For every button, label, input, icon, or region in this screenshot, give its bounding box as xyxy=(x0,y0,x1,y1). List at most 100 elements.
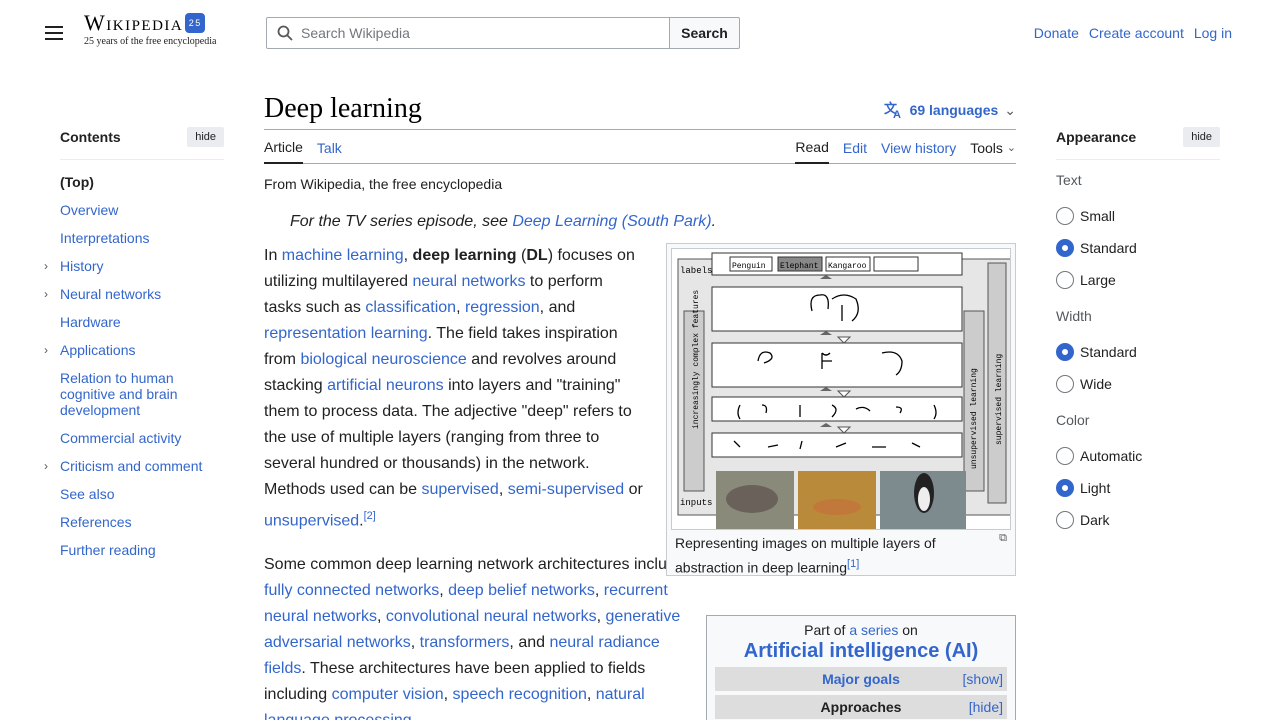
radio-label: Automatic xyxy=(1080,448,1143,464)
svg-text:A: A xyxy=(893,109,901,119)
toc-item-label: Relation to human cognitive and brain de… xyxy=(60,370,178,418)
toc-item[interactable]: Commercial activity xyxy=(60,430,224,446)
toc-title: Contents xyxy=(60,129,121,145)
link-semi-supervised[interactable]: semi-supervised xyxy=(508,481,624,498)
toc-item[interactable]: Interpretations xyxy=(60,230,224,246)
chevron-right-icon[interactable]: › xyxy=(44,286,48,302)
approaches-toggle[interactable]: [hide] xyxy=(969,699,1003,715)
link-supervised[interactable]: supervised xyxy=(421,481,498,498)
toc-item[interactable]: Hardware xyxy=(60,314,224,330)
enlarge-icon[interactable]: ⧉ xyxy=(999,528,1007,549)
radio-checked-icon[interactable] xyxy=(1056,343,1074,361)
site-logo[interactable]: Wikipedia 25 25 years of the free encyclo… xyxy=(84,12,216,48)
tab-read[interactable]: Read xyxy=(795,130,829,164)
figure-caption: Representing images on multiple layers o… xyxy=(671,530,1011,582)
tools-menu[interactable]: Tools ⌄ xyxy=(970,130,1016,164)
chevron-right-icon[interactable]: › xyxy=(44,342,48,358)
page-tabs: Article Talk Read Edit View history Tool… xyxy=(264,130,1016,164)
complex-features-label: increasingly complex features xyxy=(692,290,701,429)
link-regression[interactable]: regression xyxy=(465,299,540,316)
language-button[interactable]: 文A 69 languages ⌄ xyxy=(884,101,1016,119)
major-goals-toggle[interactable]: [show] xyxy=(963,671,1003,687)
create-account-link[interactable]: Create account xyxy=(1089,25,1184,41)
major-goals-row: Major goals [show] xyxy=(715,667,1007,691)
link-representation-learning[interactable]: representation learning xyxy=(264,325,428,342)
radio-option[interactable]: Large xyxy=(1056,264,1220,296)
chevron-right-icon[interactable]: › xyxy=(44,258,48,274)
series-title[interactable]: Artificial intelligence (AI) xyxy=(715,640,1007,663)
search-button[interactable]: Search xyxy=(670,17,740,49)
search-box xyxy=(266,17,670,49)
link-computer-vision[interactable]: computer vision xyxy=(332,686,444,703)
tab-talk[interactable]: Talk xyxy=(317,130,342,164)
link-fully-connected[interactable]: fully connected networks xyxy=(264,582,439,599)
appearance-group: Width Standard Wide xyxy=(1056,308,1220,400)
toc-item[interactable]: Overview xyxy=(60,202,224,218)
toc-item-label: History xyxy=(60,258,104,274)
toc-item[interactable]: See also xyxy=(60,486,224,502)
main-menu-button[interactable] xyxy=(45,26,63,40)
tab-article[interactable]: Article xyxy=(264,130,303,164)
radio-checked-icon[interactable] xyxy=(1056,479,1074,497)
anniversary-badge-icon: 25 xyxy=(185,13,206,33)
hatnote-link[interactable]: Deep Learning (South Park) xyxy=(512,213,711,230)
toc-item[interactable]: › Neural networks xyxy=(44,286,224,302)
link-deep-belief[interactable]: deep belief networks xyxy=(448,582,595,599)
radio-option[interactable]: Light xyxy=(1056,472,1220,504)
radio-label: Large xyxy=(1080,272,1116,288)
link-classification[interactable]: classification xyxy=(365,299,456,316)
link-convolutional[interactable]: convolutional neural networks xyxy=(386,608,597,625)
link-neural-networks[interactable]: neural networks xyxy=(413,273,526,290)
series-link[interactable]: a series xyxy=(849,622,898,638)
toc-item[interactable]: Further reading xyxy=(60,542,224,558)
link-transformers[interactable]: transformers xyxy=(420,634,510,651)
radio-unchecked-icon[interactable] xyxy=(1056,375,1074,393)
toc-hide-button[interactable]: hide xyxy=(187,127,224,147)
radio-label: Light xyxy=(1080,480,1111,496)
citation-2[interactable]: [2] xyxy=(364,510,376,522)
donate-link[interactable]: Donate xyxy=(1034,25,1079,41)
log-in-link[interactable]: Log in xyxy=(1194,25,1232,41)
radio-unchecked-icon[interactable] xyxy=(1056,447,1074,465)
tab-view-history[interactable]: View history xyxy=(881,130,956,164)
radio-option[interactable]: Standard xyxy=(1056,336,1220,368)
article: Deep learning 文A 69 languages ⌄ Article … xyxy=(264,88,1016,720)
deep-learning-diagram[interactable]: Penguin Elephant Kangaroo labels inputs … xyxy=(671,248,1015,530)
radio-label: Wide xyxy=(1080,376,1112,392)
link-unsupervised[interactable]: unsupervised xyxy=(264,512,359,529)
radio-option[interactable]: Small xyxy=(1056,200,1220,232)
radio-option[interactable]: Dark xyxy=(1056,504,1220,536)
toc-item[interactable]: References xyxy=(60,514,224,530)
radio-option[interactable]: Automatic xyxy=(1056,440,1220,472)
radio-unchecked-icon[interactable] xyxy=(1056,207,1074,225)
toc-item[interactable]: › Applications xyxy=(44,342,224,358)
link-artificial-neurons[interactable]: artificial neurons xyxy=(327,377,444,394)
search-input[interactable] xyxy=(301,25,661,41)
major-goals-link[interactable]: Major goals xyxy=(822,671,900,687)
radio-checked-icon[interactable] xyxy=(1056,239,1074,257)
link-speech-recognition[interactable]: speech recognition xyxy=(453,686,587,703)
toc-item-label: References xyxy=(60,514,132,530)
chevron-right-icon[interactable]: › xyxy=(44,458,48,474)
radio-unchecked-icon[interactable] xyxy=(1056,271,1074,289)
radio-option[interactable]: Standard xyxy=(1056,232,1220,264)
toc-item[interactable]: › History xyxy=(44,258,224,274)
radio-label: Standard xyxy=(1080,240,1137,256)
toc-item[interactable]: (Top) xyxy=(60,174,224,190)
link-biological-neuroscience[interactable]: biological neuroscience xyxy=(300,351,466,368)
link-machine-learning[interactable]: machine learning xyxy=(282,247,404,264)
radio-label: Small xyxy=(1080,208,1116,224)
figure-thumbnail: Penguin Elephant Kangaroo labels inputs … xyxy=(666,243,1016,576)
appearance-group: Color Automatic Light Dark xyxy=(1056,412,1220,536)
radio-unchecked-icon[interactable] xyxy=(1056,511,1074,529)
toc-item[interactable]: Relation to human cognitive and brain de… xyxy=(60,370,224,418)
search-icon xyxy=(277,25,293,41)
radio-option[interactable]: Wide xyxy=(1056,368,1220,400)
citation-1[interactable]: [1] xyxy=(847,558,859,570)
toc-item[interactable]: › Criticism and comment xyxy=(44,458,224,474)
site-sub: From Wikipedia, the free encyclopedia xyxy=(264,176,503,192)
tab-edit[interactable]: Edit xyxy=(843,130,867,164)
toc-list: (Top) Overview Interpretations › History › Neu… xyxy=(44,174,224,558)
radio-label: Dark xyxy=(1080,512,1110,528)
appearance-hide-button[interactable]: hide xyxy=(1183,127,1220,147)
